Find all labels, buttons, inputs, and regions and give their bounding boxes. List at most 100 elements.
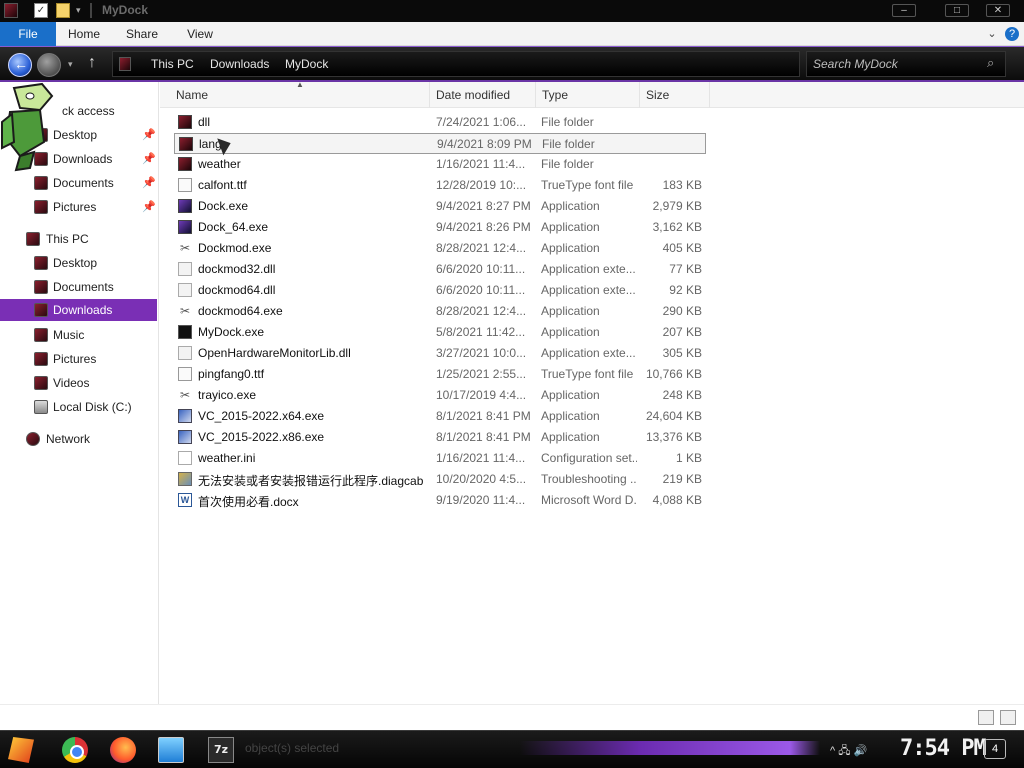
column-header-size[interactable]: Size (640, 82, 710, 108)
file-row[interactable]: ✂ trayico.exe 10/17/2019 4:4... Application… (174, 385, 706, 406)
sidebar-item-desktop[interactable]: Desktop (0, 252, 157, 274)
column-header-date-modified[interactable]: Date modified (430, 82, 536, 108)
file-name: Dockmod.exe (198, 241, 272, 255)
7zip-taskbar-icon[interactable]: 7z (208, 737, 234, 763)
file-row[interactable]: 无法安装或者安装报错运行此程序.diagcab 10/20/2020 4:5...… (174, 469, 706, 490)
file-size: 405 KB (662, 241, 702, 255)
sidebar-item-downloads[interactable]: Downloads (0, 299, 157, 321)
file-row[interactable]: dll 7/24/2021 1:06... File folder (174, 112, 706, 133)
documents-icon (34, 280, 48, 294)
system-tray-icons[interactable]: ^ 🖧 🔊 (830, 742, 867, 761)
tab-file[interactable]: File (0, 22, 56, 46)
file-row[interactable]: MyDock.exe 5/8/2021 11:42... Application 20… (174, 322, 706, 343)
minimize-button[interactable]: – (892, 4, 916, 17)
file-row[interactable]: calfont.ttf 12/28/2019 10:... TrueType fon… (174, 175, 706, 196)
file-date-modified: 6/6/2020 10:11... (436, 283, 526, 297)
new-folder-icon[interactable] (56, 3, 70, 18)
font-file-icon (178, 367, 192, 381)
file-size: 92 KB (669, 283, 702, 297)
black-app-icon (178, 325, 192, 339)
file-row[interactable]: VC_2015-2022.x86.exe 8/1/2021 8:41 PM Appl… (174, 427, 706, 448)
quick-access-dropdown-icon[interactable]: ▾ (76, 3, 90, 18)
sidebar-item-videos[interactable]: Videos (0, 372, 157, 394)
file-row[interactable]: pingfang0.ttf 1/25/2021 2:55... TrueType f… (174, 364, 706, 385)
tab-home[interactable]: Home (62, 22, 106, 46)
column-header-type[interactable]: Type (536, 82, 640, 108)
sidebar-item-documents[interactable]: Documents (0, 276, 157, 298)
file-row[interactable]: ✂ dockmod64.exe 8/28/2021 12:4... Applicati… (174, 301, 706, 322)
sidebar-item-documents-quick[interactable]: Documents 📌 (0, 172, 157, 194)
file-row[interactable]: W 首次使用必看.docx 9/19/2020 11:4... Microsoft W… (174, 490, 706, 511)
sidebar-item-pictures-quick[interactable]: Pictures 📌 (0, 196, 157, 218)
search-box[interactable]: ⌕ (806, 51, 1006, 77)
forward-button[interactable] (37, 53, 61, 77)
file-date-modified: 8/1/2021 8:41 PM (436, 409, 531, 423)
sidebar-item-pictures[interactable]: Pictures (0, 348, 157, 370)
file-row[interactable]: dockmod32.dll 6/6/2020 10:11... Applicatio… (174, 259, 706, 280)
file-row[interactable]: dockmod64.dll 6/6/2020 10:11... Applicatio… (174, 280, 706, 301)
file-row[interactable]: OpenHardwareMonitorLib.dll 3/27/2021 10:0… (174, 343, 706, 364)
network-icon (26, 432, 40, 446)
file-row[interactable]: weather 1/16/2021 11:4... File folder (174, 154, 706, 175)
file-type: Application (541, 304, 600, 318)
tools-icon: ✂ (179, 241, 191, 255)
dll-icon (178, 262, 192, 276)
firefox-taskbar-icon[interactable] (110, 737, 136, 763)
pictures-icon (34, 200, 48, 214)
file-size: 290 KB (662, 304, 702, 318)
search-input[interactable] (813, 56, 983, 72)
sidebar-item-label: Local Disk (C:) (53, 400, 132, 414)
downloads-icon (34, 303, 48, 317)
close-button[interactable]: ✕ (986, 4, 1010, 17)
file-name: calfont.ttf (198, 178, 247, 192)
sidebar-item-network[interactable]: Network (0, 428, 157, 450)
expand-ribbon-icon[interactable]: ⌄ (985, 27, 999, 41)
tab-view[interactable]: View (178, 22, 222, 46)
breadcrumb-this-pc[interactable]: This PC (151, 57, 194, 71)
sidebar-item-this-pc[interactable]: This PC (0, 228, 157, 250)
back-button[interactable]: ← (8, 53, 32, 77)
app-icon (178, 220, 192, 234)
file-row[interactable]: Dock.exe 9/4/2021 8:27 PM Application 2,979… (174, 196, 706, 217)
file-date-modified: 9/4/2021 8:09 PM (437, 137, 532, 151)
large-icons-view-icon[interactable] (1000, 710, 1016, 725)
file-row[interactable]: ✂ Dockmod.exe 8/28/2021 12:4... Application… (174, 238, 706, 259)
file-date-modified: 1/16/2021 11:4... (436, 451, 526, 465)
location-icon (119, 57, 131, 71)
file-explorer-taskbar-icon[interactable] (158, 737, 184, 763)
file-type: File folder (541, 157, 594, 171)
file-date-modified: 5/8/2021 11:42... (436, 325, 526, 339)
sidebar-item-local-disk[interactable]: Local Disk (C:) (0, 396, 157, 418)
notification-center-icon[interactable]: 4 (984, 739, 1006, 759)
file-date-modified: 6/6/2020 10:11... (436, 262, 526, 276)
file-row[interactable]: VC_2015-2022.x64.exe 8/1/2021 8:41 PM Appl… (174, 406, 706, 427)
address-bar[interactable]: This PC Downloads MyDock (112, 51, 800, 77)
tab-share[interactable]: Share (120, 22, 164, 46)
start-button[interactable] (8, 737, 34, 763)
maximize-button[interactable]: □ (945, 4, 969, 17)
details-view-icon[interactable] (978, 710, 994, 725)
computer-icon (26, 232, 40, 246)
dll-icon (178, 283, 192, 297)
breadcrumb-mydock[interactable]: MyDock (285, 57, 328, 71)
help-icon[interactable]: ? (1005, 27, 1019, 41)
file-row[interactable]: Dock_64.exe 9/4/2021 8:26 PM Application 3,… (174, 217, 706, 238)
chrome-taskbar-icon[interactable] (62, 737, 88, 763)
file-type: Application exte... (541, 262, 636, 276)
sidebar-item-music[interactable]: Music (0, 324, 157, 346)
title-bar: ✓ ▾ MyDock – □ ✕ (0, 0, 1024, 22)
file-type: Application (541, 241, 600, 255)
search-icon[interactable]: ⌕ (987, 55, 994, 71)
ini-file-icon (178, 451, 192, 465)
file-row[interactable]: lang 9/4/2021 8:09 PM File folder (174, 133, 706, 154)
properties-icon[interactable]: ✓ (34, 3, 48, 18)
mascot-character-image (1, 82, 54, 172)
file-row[interactable]: weather.ini 1/16/2021 11:4... Configuratio… (174, 448, 706, 469)
recent-locations-icon[interactable]: ▾ (68, 59, 73, 70)
clock[interactable]: 7:54 PM (900, 736, 987, 761)
up-button[interactable]: ↑ (88, 54, 96, 72)
sidebar-item-label: ck access (62, 104, 115, 118)
breadcrumb-downloads[interactable]: Downloads (210, 57, 269, 71)
file-name: Dock_64.exe (198, 220, 269, 234)
file-name: OpenHardwareMonitorLib.dll (198, 346, 351, 360)
